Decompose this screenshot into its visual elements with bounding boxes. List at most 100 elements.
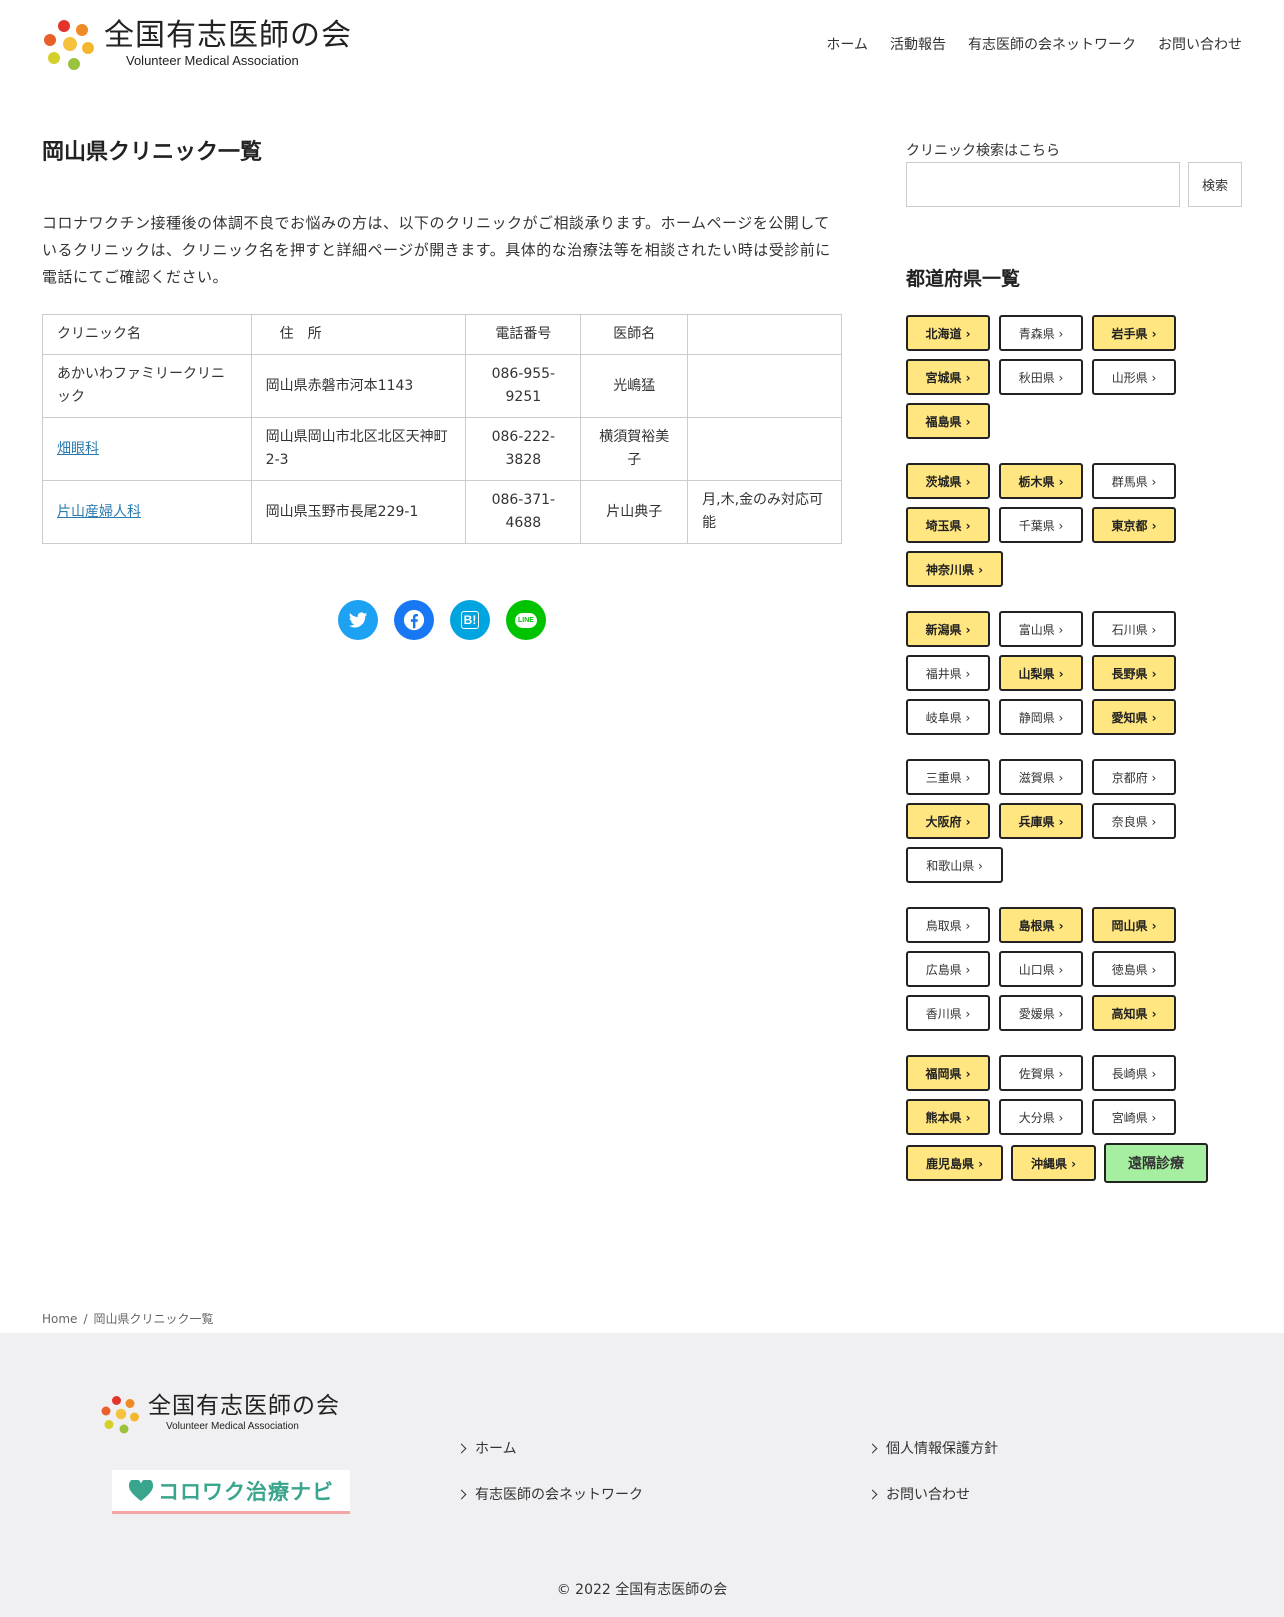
- pref-fukui[interactable]: 福井県 ›: [906, 655, 990, 691]
- clinic-note: 月,木,金のみ対応可能: [687, 480, 842, 544]
- remote-consultation-button[interactable]: 遠隔診療: [1104, 1143, 1208, 1183]
- twitter-icon: [348, 612, 368, 628]
- table-row: あかいわファミリークリニック 岡山県赤磐市河本1143 086-955-9251…: [42, 354, 842, 418]
- nav-contact[interactable]: お問い合わせ: [1158, 34, 1242, 54]
- pref-toyama[interactable]: 富山県 ›: [999, 611, 1083, 647]
- pref-mie[interactable]: 三重県 ›: [906, 759, 990, 795]
- col-header-note: [687, 314, 842, 355]
- nav-activity[interactable]: 活動報告: [890, 34, 946, 54]
- twitter-share-button[interactable]: [338, 600, 378, 640]
- pref-wakayama[interactable]: 和歌山県 ›: [906, 847, 1003, 883]
- pref-kagoshima[interactable]: 鹿児島県 ›: [906, 1145, 1003, 1181]
- pref-tokushima[interactable]: 徳島県 ›: [1092, 951, 1176, 987]
- chevron-right-icon: [456, 1443, 467, 1453]
- clinic-name-link[interactable]: 片山産婦人科: [57, 504, 141, 520]
- pref-hyogo[interactable]: 兵庫県 ›: [999, 803, 1083, 839]
- nav-home[interactable]: ホーム: [826, 34, 868, 54]
- chevron-right-icon: [867, 1489, 878, 1499]
- pref-shimane[interactable]: 島根県 ›: [999, 907, 1083, 943]
- pref-akita[interactable]: 秋田県 ›: [999, 359, 1083, 395]
- col-header-name: クリニック名: [42, 314, 252, 355]
- footer-site-title: 全国有志医師の会: [148, 1393, 340, 1419]
- pref-tokyo[interactable]: 東京都 ›: [1092, 507, 1176, 543]
- clinic-name-cell: 片山産婦人科: [42, 480, 252, 544]
- site-title: 全国有志医師の会: [104, 18, 352, 53]
- chevron-right-icon: [867, 1443, 878, 1453]
- pref-nara[interactable]: 奈良県 ›: [1092, 803, 1176, 839]
- clinic-doctor: 横須賀裕美子: [580, 417, 689, 481]
- hatena-share-button[interactable]: B!: [450, 600, 490, 640]
- pref-fukushima[interactable]: 福島県 ›: [906, 403, 990, 439]
- pref-oita[interactable]: 大分県 ›: [999, 1099, 1083, 1135]
- pref-gifu[interactable]: 岐阜県 ›: [906, 699, 990, 735]
- hatena-bookmark-icon: B!: [460, 611, 480, 629]
- clinic-name: あかいわファミリークリニック: [42, 354, 252, 418]
- clinic-note: [687, 354, 842, 418]
- footer-link-contact[interactable]: お問い合わせ: [867, 1471, 998, 1517]
- pref-okayama[interactable]: 岡山県 ›: [1092, 907, 1176, 943]
- pref-saitama[interactable]: 埼玉県 ›: [906, 507, 990, 543]
- search-input[interactable]: [906, 162, 1180, 207]
- line-icon: LINE: [515, 612, 537, 628]
- pref-hiroshima[interactable]: 広島県 ›: [906, 951, 990, 987]
- pref-tochigi[interactable]: 栃木県 ›: [999, 463, 1083, 499]
- pref-kagawa[interactable]: 香川県 ›: [906, 995, 990, 1031]
- footer-links-col1: ホーム 有志医師の会ネットワーク: [456, 1425, 643, 1517]
- breadcrumb-separator: /: [83, 1312, 88, 1326]
- table-header-row: クリニック名 住 所 電話番号 医師名: [42, 314, 842, 355]
- footer-site-subtitle: Volunteer Medical Association: [166, 1421, 299, 1432]
- pref-saga[interactable]: 佐賀県 ›: [999, 1055, 1083, 1091]
- clinic-table: クリニック名 住 所 電話番号 医師名 あかいわファミリークリニック 岡山県赤磐…: [42, 314, 842, 544]
- pref-miyazaki[interactable]: 宮崎県 ›: [1092, 1099, 1176, 1135]
- footer-link-privacy[interactable]: 個人情報保護方針: [867, 1425, 998, 1471]
- pref-hokkaido[interactable]: 北海道 ›: [906, 315, 990, 351]
- prefecture-list-title: 都道府県一覧: [906, 268, 1021, 290]
- line-share-button[interactable]: LINE: [506, 600, 546, 640]
- pref-nagasaki[interactable]: 長崎県 ›: [1092, 1055, 1176, 1091]
- logo-mark-icon: [42, 16, 98, 72]
- footer-logo[interactable]: 全国有志医師の会 Volunteer Medical Association: [100, 1393, 340, 1435]
- pref-miyagi[interactable]: 宮城県 ›: [906, 359, 990, 395]
- table-row: 片山産婦人科 岡山県玉野市長尾229-1 086-371-4688 片山典子 月…: [42, 480, 842, 544]
- site-subtitle: Volunteer Medical Association: [126, 53, 299, 68]
- clinic-doctor: 片山典子: [580, 480, 689, 544]
- pref-aomori[interactable]: 青森県 ›: [999, 315, 1083, 351]
- pref-yamaguchi[interactable]: 山口県 ›: [999, 951, 1083, 987]
- pref-aichi[interactable]: 愛知県 ›: [1092, 699, 1176, 735]
- pref-ibaraki[interactable]: 茨城県 ›: [906, 463, 990, 499]
- pref-gunma[interactable]: 群馬県 ›: [1092, 463, 1176, 499]
- logo-mark-icon: [100, 1393, 142, 1435]
- footer-link-network[interactable]: 有志医師の会ネットワーク: [456, 1471, 643, 1517]
- corowaku-navi-banner[interactable]: コロワク治療ナビ: [112, 1470, 350, 1514]
- facebook-icon: [403, 609, 425, 631]
- pref-fukuoka[interactable]: 福岡県 ›: [906, 1055, 990, 1091]
- pref-nagano[interactable]: 長野県 ›: [1092, 655, 1176, 691]
- pref-kyoto[interactable]: 京都府 ›: [1092, 759, 1176, 795]
- pref-kumamoto[interactable]: 熊本県 ›: [906, 1099, 990, 1135]
- clinic-phone: 086-955-9251: [465, 354, 582, 418]
- clinic-name-link[interactable]: 畑眼科: [57, 441, 99, 457]
- pref-okinawa[interactable]: 沖縄県 ›: [1011, 1145, 1096, 1181]
- pref-yamagata[interactable]: 山形県 ›: [1092, 359, 1176, 395]
- pref-niigata[interactable]: 新潟県 ›: [906, 611, 990, 647]
- pref-chiba[interactable]: 千葉県 ›: [999, 507, 1083, 543]
- pref-iwate[interactable]: 岩手県 ›: [1092, 315, 1176, 351]
- pref-shiga[interactable]: 滋賀県 ›: [999, 759, 1083, 795]
- search-button[interactable]: 検索: [1188, 162, 1242, 207]
- pref-tottori[interactable]: 鳥取県 ›: [906, 907, 990, 943]
- pref-ishikawa[interactable]: 石川県 ›: [1092, 611, 1176, 647]
- banner-text: コロワク治療ナビ: [158, 1479, 334, 1504]
- pref-yamanashi[interactable]: 山梨県 ›: [999, 655, 1083, 691]
- pref-kochi[interactable]: 高知県 ›: [1092, 995, 1176, 1031]
- clinic-doctor: 光嶋猛: [580, 354, 689, 418]
- pref-kanagawa[interactable]: 神奈川県 ›: [906, 551, 1003, 587]
- breadcrumb-home[interactable]: Home: [42, 1312, 77, 1326]
- breadcrumb: Home / 岡山県クリニック一覧: [42, 1310, 214, 1327]
- pref-shizuoka[interactable]: 静岡県 ›: [999, 699, 1083, 735]
- footer-link-home[interactable]: ホーム: [456, 1425, 643, 1471]
- nav-network[interactable]: 有志医師の会ネットワーク: [968, 34, 1136, 54]
- facebook-share-button[interactable]: [394, 600, 434, 640]
- site-logo[interactable]: 全国有志医師の会 Volunteer Medical Association: [42, 14, 362, 74]
- pref-ehime[interactable]: 愛媛県 ›: [999, 995, 1083, 1031]
- pref-osaka[interactable]: 大阪府 ›: [906, 803, 990, 839]
